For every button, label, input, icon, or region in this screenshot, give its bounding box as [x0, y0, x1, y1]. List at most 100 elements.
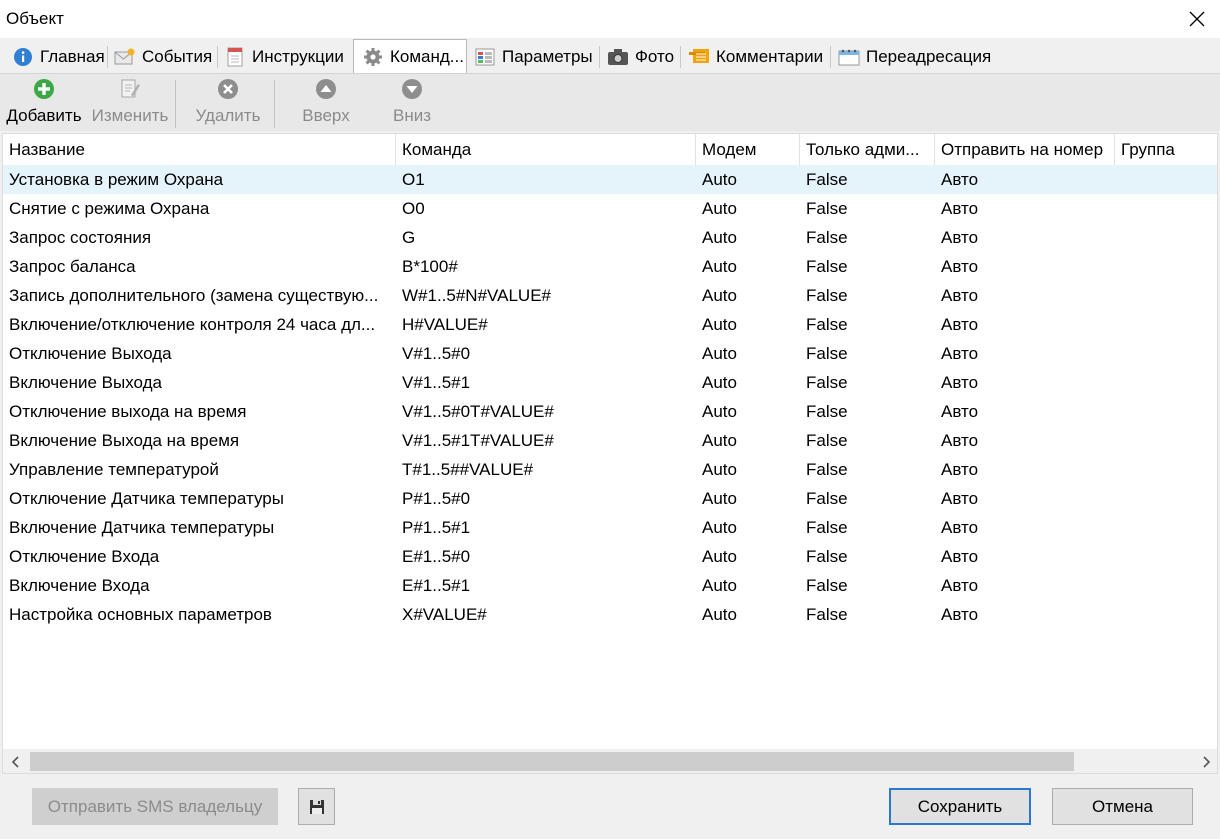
cell-modem: Auto	[702, 373, 737, 392]
cell-name: Включение Выхода	[9, 373, 162, 392]
cell-name: Отключение выхода на время	[9, 402, 247, 421]
move-down-label: Вниз	[392, 106, 432, 125]
cell-command: E#1..5#0	[402, 547, 471, 566]
arrow-up-icon	[315, 78, 337, 100]
column-header-modem[interactable]: Модем	[696, 134, 800, 165]
scroll-thumb[interactable]	[30, 752, 1074, 771]
move-up-label: Вверх	[302, 106, 350, 125]
table-row[interactable]: Снятие с режима Охрана O0 Auto False Авто	[3, 194, 1217, 223]
table-row[interactable]: Управление температурой T#1..5##VALUE# Aut…	[3, 455, 1217, 484]
close-button[interactable]	[1174, 0, 1220, 38]
table-row[interactable]: Включение Датчика температуры P#1..5#1 Aut…	[3, 513, 1217, 542]
camera-icon	[607, 47, 629, 67]
tab-instructions[interactable]: Инструкции	[216, 41, 344, 73]
cell-admin-only: False	[806, 315, 848, 334]
cell-send-to-number: Авто	[941, 605, 979, 624]
cell-modem: Auto	[702, 460, 737, 479]
cell-name: Управление температурой	[9, 460, 219, 479]
tab-label: События	[142, 47, 213, 66]
cell-command: V#1..5#0T#VALUE#	[402, 402, 554, 421]
cell-command: G	[402, 228, 416, 247]
tab-label: Переадресация	[866, 47, 992, 66]
scroll-right-button[interactable]	[1193, 749, 1217, 773]
cell-command: V#1..5#1T#VALUE#	[402, 431, 554, 450]
redirect-icon	[838, 47, 860, 67]
cell-send-to-number: Авто	[941, 547, 979, 566]
cell-admin-only: False	[806, 547, 848, 566]
column-header-command[interactable]: Команда	[396, 134, 696, 165]
table-row[interactable]: Запись дополнительного (замена существую…	[3, 281, 1217, 310]
column-header-send-to-number[interactable]: Отправить на номер	[935, 134, 1115, 165]
table-row[interactable]: Включение Входа E#1..5#1 Auto False Авто	[3, 571, 1217, 600]
table-row[interactable]: Включение Выхода на время V#1..5#1T#VALUE…	[3, 426, 1217, 455]
tab-events[interactable]: События	[106, 41, 212, 73]
events-icon	[114, 47, 136, 67]
tab-main[interactable]: Главная	[4, 41, 105, 73]
delete-icon	[217, 78, 239, 100]
cell-modem: Auto	[702, 286, 737, 305]
column-header-group[interactable]: Группа	[1115, 134, 1217, 165]
dialog-footer: Отправить SMS владельцу Сохранить Отмена	[0, 774, 1220, 839]
table-row[interactable]: Отключение выхода на время V#1..5#0T#VALU…	[3, 397, 1217, 426]
edit-button[interactable]: Изменить	[88, 78, 172, 130]
cell-name: Запрос баланса	[9, 257, 136, 276]
move-down-button[interactable]: Вниз	[378, 78, 446, 130]
close-icon	[1189, 11, 1205, 27]
tab-redirect[interactable]: Переадресация	[830, 41, 991, 73]
cell-send-to-number: Авто	[941, 315, 979, 334]
save-button[interactable]: Сохранить	[889, 788, 1031, 825]
tab-parameters[interactable]: Параметры	[466, 41, 593, 73]
cell-command: W#1..5#N#VALUE#	[402, 286, 551, 305]
cell-name: Запрос состояния	[9, 228, 152, 247]
table-row[interactable]: Включение Выхода V#1..5#1 Auto False Авто	[3, 368, 1217, 397]
horizontal-scrollbar[interactable]	[3, 749, 1217, 773]
tab-label: Параметры	[502, 47, 593, 66]
table-row[interactable]: Включение/отключение контроля 24 часа дл…	[3, 310, 1217, 339]
column-header-name[interactable]: Название	[3, 134, 396, 165]
cell-admin-only: False	[806, 199, 848, 218]
add-icon	[33, 78, 55, 100]
cell-modem: Auto	[702, 402, 737, 421]
cell-command: B*100#	[402, 257, 458, 276]
table-row[interactable]: Отключение Датчика температуры P#1..5#0 Au…	[3, 484, 1217, 513]
cell-modem: Auto	[702, 547, 737, 566]
cell-name: Отключение Датчика температуры	[9, 489, 284, 508]
column-header-admin-only[interactable]: Только адми...	[800, 134, 935, 165]
send-sms-owner-button[interactable]: Отправить SMS владельцу	[32, 788, 278, 825]
delete-button[interactable]: Удалить	[186, 78, 270, 130]
cell-send-to-number: Авто	[941, 373, 979, 392]
cell-admin-only: False	[806, 576, 848, 595]
delete-label: Удалить	[195, 106, 261, 125]
table-row[interactable]: Запрос состояния G Auto False Авто	[3, 223, 1217, 252]
cancel-button[interactable]: Отмена	[1052, 788, 1193, 825]
parameters-icon	[474, 47, 496, 67]
cell-name: Включение/отключение контроля 24 часа дл…	[9, 315, 376, 334]
tab-photo[interactable]: Фото	[599, 41, 674, 73]
scroll-left-button[interactable]	[3, 749, 29, 773]
cell-command: H#VALUE#	[402, 315, 488, 334]
move-up-button[interactable]: Вверх	[290, 78, 362, 130]
floppy-save-button[interactable]	[298, 788, 335, 825]
cell-command: P#1..5#0	[402, 489, 471, 508]
tab-commands[interactable]: Команд...	[353, 39, 467, 73]
cell-send-to-number: Авто	[941, 228, 979, 247]
cell-admin-only: False	[806, 257, 848, 276]
add-button[interactable]: Добавить	[4, 78, 84, 130]
table-row[interactable]: Отключение Входа E#1..5#0 Auto False Авто	[3, 542, 1217, 571]
cell-send-to-number: Авто	[941, 257, 979, 276]
table-row[interactable]: Запрос баланса B*100# Auto False Авто	[3, 252, 1217, 281]
chevron-left-icon	[11, 755, 19, 768]
tab-comments[interactable]: Комментарии	[680, 41, 823, 73]
cell-send-to-number: Авто	[941, 402, 979, 421]
cell-command: T#1..5##VALUE#	[402, 460, 534, 479]
table-row[interactable]: Отключение Выхода V#1..5#0 Auto False Авто	[3, 339, 1217, 368]
cell-modem: Auto	[702, 576, 737, 595]
cell-send-to-number: Авто	[941, 170, 979, 189]
table-row[interactable]: Установка в режим Охрана O1 Auto False Авто	[3, 165, 1217, 194]
cell-command: X#VALUE#	[402, 605, 487, 624]
tab-label: Комментарии	[716, 47, 824, 66]
cell-send-to-number: Авто	[941, 431, 979, 450]
table-row[interactable]: Настройка основных параметров X#VALUE# Aut…	[3, 600, 1217, 629]
arrow-down-icon	[401, 78, 423, 100]
info-icon	[12, 47, 34, 67]
